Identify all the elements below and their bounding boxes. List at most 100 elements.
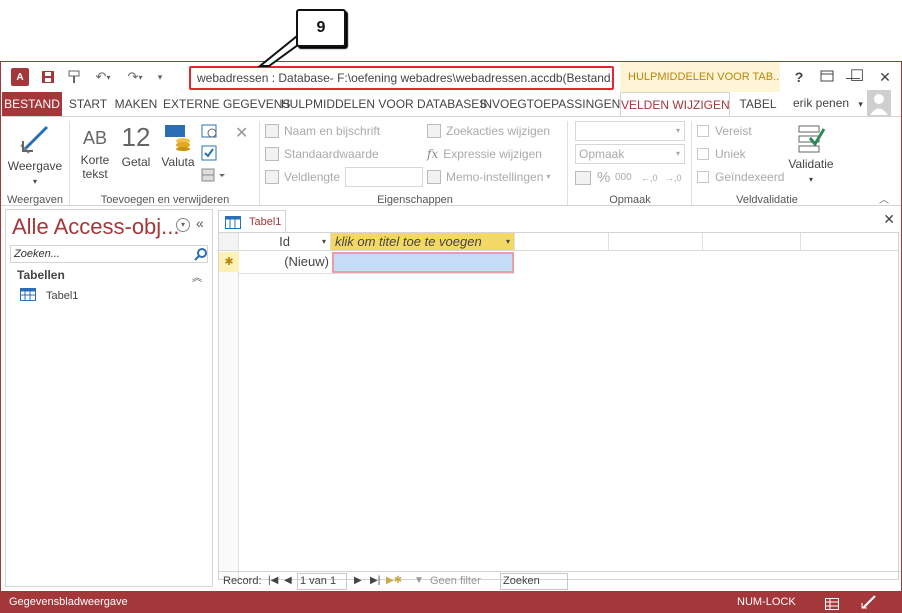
record-position-input[interactable]: 1 van 1 xyxy=(297,573,347,590)
nav-search-input[interactable]: Zoeken... xyxy=(10,245,208,263)
date-time-icon[interactable] xyxy=(201,123,219,142)
expressie-button[interactable]: fx Expressie wijzigen xyxy=(427,144,542,164)
standaardwaarde-button[interactable]: Standaardwaarde xyxy=(265,144,379,164)
close-window-button[interactable]: ✕ xyxy=(875,67,895,87)
column-header-id[interactable]: Id ▾ xyxy=(239,233,331,251)
next-record-button[interactable]: ▶ xyxy=(354,575,362,586)
vereist-checkbox[interactable]: Vereist xyxy=(697,121,752,141)
standaard-label: Standaardwaarde xyxy=(284,147,379,161)
percent-button[interactable]: % xyxy=(597,168,610,188)
ribbon-separator xyxy=(691,121,692,205)
validation-icon xyxy=(796,123,826,153)
close-document-button[interactable]: ✕ xyxy=(883,211,895,228)
paint-format-icon[interactable] xyxy=(65,68,83,86)
tab-hulpmiddelen[interactable]: HULPMIDDELEN VOOR DATABASES xyxy=(281,92,487,116)
increase-decimals-button[interactable]: ←,0 xyxy=(641,168,658,188)
geindexeerd-label: Geïndexeerd xyxy=(715,170,785,184)
checkbox-icon xyxy=(697,125,709,137)
field-size-icon xyxy=(265,170,279,184)
user-account[interactable]: erik penen ▾ xyxy=(793,92,863,116)
data-type-select[interactable]: ▾ xyxy=(575,121,685,141)
korte-tekst-button[interactable]: AB Korte tekst xyxy=(75,127,115,181)
opmaak-select[interactable]: Opmaak ▾ xyxy=(575,144,685,164)
collapse-section-icon[interactable]: ︽ xyxy=(192,269,202,284)
weergave-button[interactable]: Weergave ▾ xyxy=(7,123,63,189)
redo-icon[interactable]: ↷ ▾ xyxy=(123,68,147,86)
valuta-button[interactable]: Valuta xyxy=(157,123,199,169)
status-bar: Gegevensbladweergave NUM-LOCK xyxy=(1,591,901,613)
memo-icon xyxy=(427,170,441,184)
delete-field-icon[interactable]: ✕ xyxy=(235,123,248,143)
record-search-input[interactable]: Zoeken xyxy=(500,573,568,590)
geindexeerd-checkbox[interactable]: Geïndexeerd xyxy=(697,167,784,187)
ribbon-separator xyxy=(69,121,70,205)
doc-tab-tabel1[interactable]: Tabel1 xyxy=(218,210,286,232)
getal-button[interactable]: 12 Getal xyxy=(117,123,155,169)
first-record-button[interactable]: |◀ xyxy=(268,575,278,586)
last-record-button[interactable]: ▶| xyxy=(370,575,380,586)
datasheet-view-icon[interactable] xyxy=(825,596,839,613)
currency-icon xyxy=(163,123,193,151)
more-fields-icon[interactable] xyxy=(201,167,227,186)
column-header-empty xyxy=(801,233,899,251)
validatie-dropdown-icon: ▾ xyxy=(808,175,813,184)
nav-title[interactable]: Alle Access-obj... xyxy=(12,214,180,240)
filter-toggle[interactable]: Geen filter xyxy=(430,575,481,587)
short-text-icon: AB xyxy=(82,128,107,148)
group-label-opmaak: Opmaak xyxy=(609,194,651,206)
uniek-checkbox[interactable]: Uniek xyxy=(697,144,746,164)
contextual-tab-header: HULPMIDDELEN VOOR TAB... xyxy=(620,62,780,92)
save-icon[interactable] xyxy=(39,68,57,86)
currency-format-button[interactable] xyxy=(575,168,596,188)
ribbon-display-button[interactable] xyxy=(817,67,837,87)
memo-button[interactable]: Memo-instellingen ▾ xyxy=(427,167,550,187)
callout-number: 9 xyxy=(296,9,346,47)
tab-bestand[interactable]: BESTAND xyxy=(2,92,62,116)
avatar[interactable] xyxy=(867,90,891,116)
veldlengte-label: Veldlengte xyxy=(265,167,340,187)
validatie-button[interactable]: Validatie ▾ xyxy=(785,123,837,187)
number-icon: 12 xyxy=(121,122,151,152)
nav-item-tabel1[interactable]: Tabel1 xyxy=(20,287,78,305)
collapse-ribbon-icon[interactable]: ︿ xyxy=(879,191,889,206)
tab-tabel[interactable]: TABEL xyxy=(733,92,783,116)
new-row-id-cell[interactable]: (Nieuw) xyxy=(239,252,331,272)
column-header-empty xyxy=(609,233,703,251)
customize-qat-icon[interactable]: ▾ xyxy=(155,68,165,86)
vereist-label: Vereist xyxy=(715,124,752,138)
weergave-dropdown-icon: ▾ xyxy=(32,177,37,186)
tab-start[interactable]: START xyxy=(65,92,111,116)
new-row-value-cell[interactable] xyxy=(332,252,514,273)
caption-icon xyxy=(265,124,279,138)
nav-menu-icon[interactable]: ▾ xyxy=(176,218,190,232)
decrease-decimals-button[interactable]: →,0 xyxy=(665,168,682,188)
design-view-status-icon[interactable] xyxy=(861,595,877,613)
comma-button[interactable]: 000 xyxy=(615,168,632,188)
memo-dropdown-icon: ▾ xyxy=(546,172,551,181)
ribbon-separator xyxy=(567,121,568,205)
design-view-icon xyxy=(19,123,51,155)
group-label-toevoegen: Toevoegen en verwijderen xyxy=(100,194,230,206)
yes-no-icon[interactable] xyxy=(201,145,217,164)
maximize-button[interactable]: ☐ xyxy=(847,67,867,87)
new-record-marker[interactable]: ✱ xyxy=(219,252,239,272)
tab-velden-wijzigen[interactable]: VELDEN WIJZIGEN xyxy=(620,92,730,116)
new-record-button[interactable]: ▶✱ xyxy=(386,575,402,586)
uniek-label: Uniek xyxy=(715,147,746,161)
select-all-corner[interactable] xyxy=(219,233,239,251)
tab-maken[interactable]: MAKEN xyxy=(111,92,161,116)
undo-icon[interactable]: ↶ ▾ xyxy=(91,68,115,86)
tab-externe-gegevens[interactable]: EXTERNE GEGEVENS xyxy=(163,92,290,116)
tab-invoegtoepassingen[interactable]: INVOEGTOEPASSINGEN xyxy=(480,92,620,116)
search-icon[interactable] xyxy=(194,247,208,264)
previous-record-button[interactable]: ◀ xyxy=(284,575,292,586)
table-icon xyxy=(20,288,36,304)
chevron-down-icon: ▾ xyxy=(321,237,326,246)
help-button[interactable]: ? xyxy=(789,67,809,87)
nav-section-tabellen[interactable]: Tabellen xyxy=(17,268,65,282)
shutter-bar-icon[interactable]: « xyxy=(196,215,204,231)
naam-bijschrift-button[interactable]: Naam en bijschrift xyxy=(265,121,380,141)
veldlengte-input[interactable] xyxy=(345,167,423,187)
column-header-add-title[interactable]: klik om titel toe te voegen ▾ xyxy=(331,233,515,251)
zoekacties-button[interactable]: Zoekacties wijzigen xyxy=(427,121,550,141)
